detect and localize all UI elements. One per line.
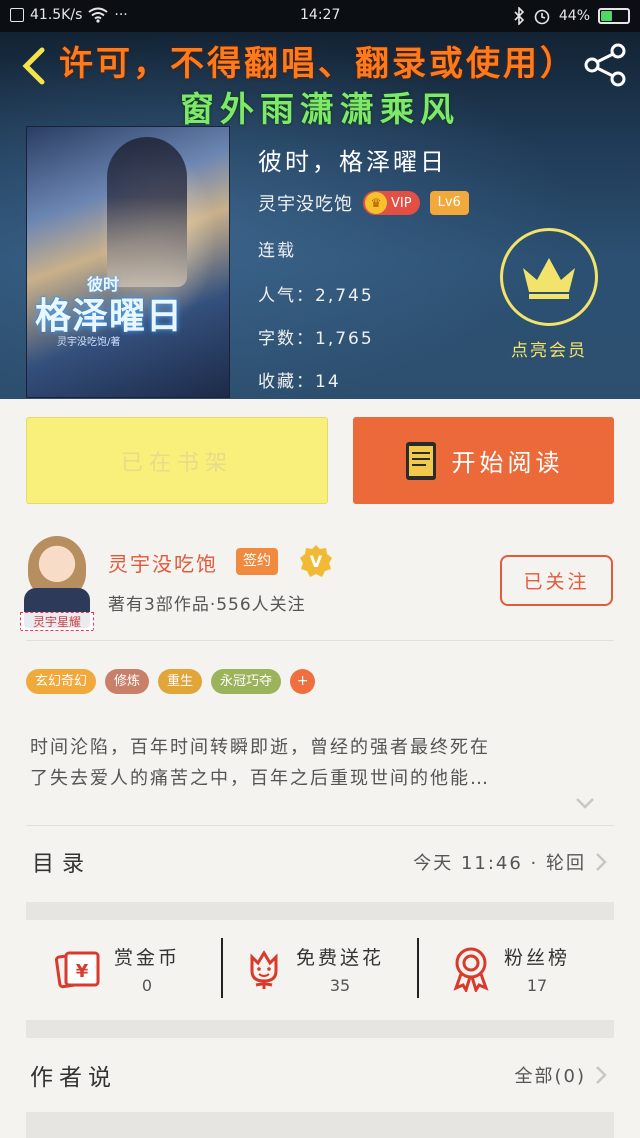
cover-figure bbox=[107, 137, 187, 287]
expand-chevron-icon[interactable] bbox=[575, 796, 595, 810]
card-author-name[interactable]: 灵宇没吃饱 bbox=[108, 548, 218, 577]
book-icon bbox=[405, 441, 436, 480]
verified-v-icon: V bbox=[300, 545, 332, 577]
bluetooth-icon bbox=[514, 7, 525, 25]
separator bbox=[417, 938, 419, 998]
svg-text:¥: ¥ bbox=[76, 961, 89, 982]
book-cover[interactable]: 彼时 格泽曜日 灵宇没吃饱/著 bbox=[26, 126, 230, 398]
crown-icon bbox=[523, 258, 575, 299]
reward-coins[interactable]: ¥ 赏金币 0 bbox=[54, 934, 180, 1004]
serial-status: 连载 bbox=[258, 241, 296, 261]
wifi-icon bbox=[88, 7, 108, 23]
notification-icon bbox=[10, 8, 24, 22]
reward-flowers-value: 35 bbox=[329, 976, 351, 995]
battery-fill bbox=[601, 11, 612, 21]
description-line-1: 时间沦陷，百年时间转瞬即逝，曾经的强者最终死在 bbox=[30, 737, 490, 758]
reward-flowers-title: 免费送花 bbox=[296, 947, 385, 969]
add-tag-button[interactable]: + bbox=[290, 669, 316, 694]
more-dots: ··· bbox=[114, 7, 128, 23]
book-description[interactable]: 时间沦陷，百年时间转瞬即逝，曾经的强者最终死在 了失去爱人的痛苦之中，百年之后重… bbox=[30, 732, 610, 794]
separator bbox=[221, 938, 223, 998]
flower-icon bbox=[250, 950, 278, 989]
cover-title: 格泽曜日 bbox=[35, 296, 184, 337]
level-badge: Lv6 bbox=[429, 191, 469, 215]
chevron-right-icon bbox=[596, 853, 607, 871]
share-icon bbox=[584, 43, 626, 87]
battery-icon bbox=[598, 8, 630, 24]
word-count: 字数：1,765 bbox=[258, 329, 374, 349]
cover-author: 灵宇没吃饱/著 bbox=[57, 337, 121, 348]
avatar[interactable]: 灵宇星耀 bbox=[20, 532, 94, 632]
signed-badge: 签约 bbox=[236, 548, 278, 575]
start-reading-label: 开始阅读 bbox=[451, 449, 564, 477]
member-label[interactable]: 点亮会员 bbox=[500, 336, 598, 361]
watermark-line-2: 窗外雨潇潇乘风 bbox=[180, 90, 460, 130]
rank-badge-icon bbox=[453, 947, 489, 992]
divider bbox=[26, 825, 614, 826]
chevron-right-icon bbox=[596, 1066, 607, 1084]
watermark-line-1: 许可，不得翻唱、翻录或使用） bbox=[59, 44, 577, 84]
svg-text:V: V bbox=[310, 552, 323, 571]
tag-chongsheng[interactable]: 重生 bbox=[158, 669, 203, 694]
share-button[interactable] bbox=[580, 42, 630, 88]
divider bbox=[26, 640, 614, 641]
section-band bbox=[26, 902, 614, 920]
author-row: 灵宇没吃饱 ♛ VIP Lv6 bbox=[258, 190, 469, 216]
reward-flowers[interactable]: 免费送花 35 bbox=[244, 934, 384, 1004]
section-band bbox=[26, 1112, 614, 1138]
description-line-2: 了失去爱人的痛苦之中，百年之后重现世间的他能… bbox=[30, 768, 490, 789]
alarm-icon bbox=[534, 9, 550, 25]
tag-xiulian[interactable]: 修炼 bbox=[105, 669, 150, 694]
reward-fans-rank[interactable]: 粉丝榜 17 bbox=[450, 934, 570, 1004]
tag-yongguan[interactable]: 永冠巧夺 bbox=[211, 669, 282, 694]
back-button[interactable] bbox=[20, 46, 50, 86]
red-packet-icon: ¥ bbox=[54, 951, 100, 989]
member-button[interactable] bbox=[500, 228, 598, 326]
vip-badge: ♛ VIP bbox=[363, 191, 420, 215]
favorites: 收藏：14 bbox=[258, 372, 341, 392]
author-name[interactable]: 灵宇没吃饱 bbox=[258, 190, 353, 216]
tag-xuanhuan[interactable]: 玄幻奇幻 bbox=[26, 669, 97, 694]
crown-icon: ♛ bbox=[365, 192, 387, 214]
status-bar: 41.5K/s ··· 14:27 44% bbox=[0, 0, 640, 32]
popularity: 人气：2,745 bbox=[258, 286, 374, 306]
vip-label: VIP bbox=[391, 195, 412, 211]
tag-list: 玄幻奇幻 修炼 重生 永冠巧夺 + bbox=[26, 669, 316, 694]
clock: 14:27 bbox=[300, 7, 341, 23]
battery-percent: 44% bbox=[558, 8, 590, 24]
reward-coins-title: 赏金币 bbox=[114, 947, 181, 969]
net-speed: 41.5K/s bbox=[30, 7, 83, 23]
author-says-label[interactable]: 作者说 bbox=[30, 1058, 117, 1092]
reward-fans-title: 粉丝榜 bbox=[504, 947, 571, 969]
back-chevron-icon bbox=[22, 47, 45, 85]
toc-latest-row[interactable]: 今天 11:46 · 轮回 bbox=[413, 849, 608, 875]
book-header: 41.5K/s ··· 14:27 44% 许可，不得翻唱、翻录或使用） 窗外雨… bbox=[0, 0, 640, 399]
avatar-caption: 灵宇星耀 bbox=[20, 612, 94, 631]
reward-fans-value: 17 bbox=[526, 976, 548, 995]
book-title: 彼时，格泽曜日 bbox=[258, 148, 447, 176]
author-says-all[interactable]: 全部(0) bbox=[515, 1062, 609, 1088]
on-shelf-button[interactable]: 已在书架 bbox=[26, 417, 328, 504]
follow-button[interactable]: 已关注 bbox=[500, 555, 613, 606]
section-band bbox=[26, 1020, 614, 1038]
author-says-count: 全部(0) bbox=[514, 1066, 586, 1087]
start-reading-button[interactable]: 开始阅读 bbox=[353, 417, 614, 504]
reward-coins-value: 0 bbox=[141, 976, 153, 995]
toc-latest-chapter: 今天 11:46 · 轮回 bbox=[413, 853, 586, 874]
toc-label[interactable]: 目录 bbox=[32, 846, 92, 878]
author-stats: 著有3部作品·556人关注 bbox=[108, 595, 306, 615]
